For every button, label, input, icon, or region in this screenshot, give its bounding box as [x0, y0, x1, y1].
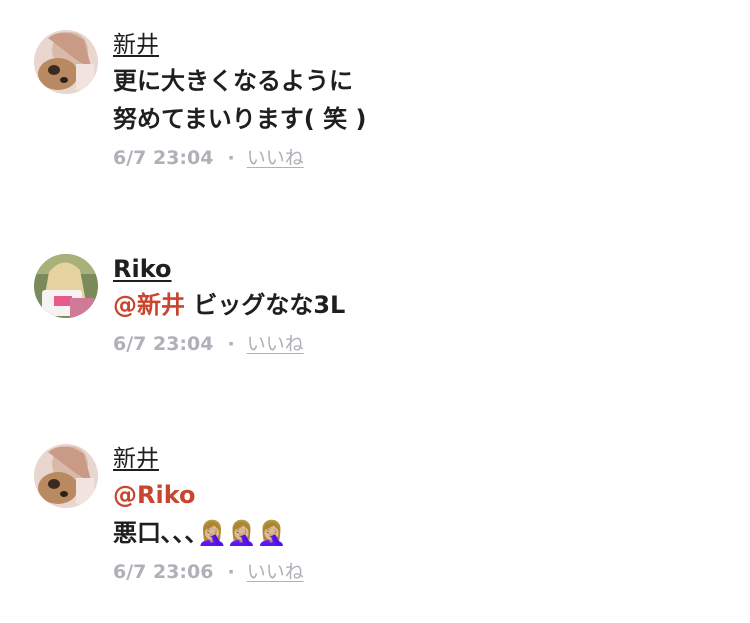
meta-separator: ·: [227, 561, 235, 583]
comment-text-line: 悪口､､､🤦🏼‍♀️🤦🏼‍♀️🤦🏼‍♀️: [113, 514, 730, 552]
comment-text-line: 更に大きくなるように: [113, 67, 353, 95]
comment-meta: 6/7 23:04 · いいね: [113, 332, 730, 356]
comment-meta: 6/7 23:04 · いいね: [113, 146, 730, 170]
comment-author[interactable]: 新井: [113, 444, 159, 474]
comment-timestamp: 6/7 23:06: [113, 561, 214, 583]
comment-author[interactable]: Riko: [113, 254, 172, 284]
facepalm-emoji-icon: 🤦🏼‍♀️🤦🏼‍♀️🤦🏼‍♀️: [197, 519, 287, 547]
comment-text: @新井 ビッグなな3L: [113, 286, 730, 324]
comment-timestamp: 6/7 23:04: [113, 147, 214, 169]
meta-separator: ·: [227, 333, 235, 355]
comment-text: 更に大きくなるように 努めてまいります( 笑 ): [113, 62, 730, 138]
user-avatar[interactable]: [34, 254, 98, 318]
avatar-image: [34, 30, 98, 94]
comment-timestamp: 6/7 23:04: [113, 333, 214, 355]
comment-text: @Riko 悪口､､､🤦🏼‍♀️🤦🏼‍♀️🤦🏼‍♀️: [113, 476, 730, 552]
comment-text-content: 悪口､､､: [113, 519, 197, 547]
mention-link[interactable]: @新井: [113, 291, 185, 319]
user-avatar[interactable]: [34, 444, 98, 508]
comment-author[interactable]: 新井: [113, 30, 159, 60]
meta-separator: ·: [227, 147, 235, 169]
user-avatar[interactable]: [34, 30, 98, 94]
avatar-image: [34, 254, 98, 318]
comment-text-content: ビッグなな3L: [185, 291, 346, 319]
mention-link[interactable]: @Riko: [113, 481, 196, 509]
comment-text-line: 努めてまいります( 笑 ): [113, 105, 367, 133]
avatar-image: [34, 444, 98, 508]
comment-text-line: @Riko: [113, 476, 730, 514]
like-link[interactable]: いいね: [247, 561, 304, 583]
like-link[interactable]: いいね: [247, 147, 304, 169]
like-link[interactable]: いいね: [247, 333, 304, 355]
comment-meta: 6/7 23:06 · いいね: [113, 560, 730, 584]
